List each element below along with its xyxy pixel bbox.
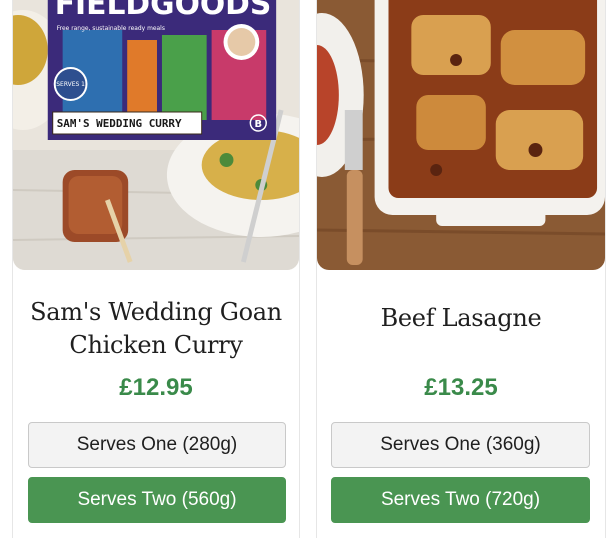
box-tagline-text: Free range, sustainable ready meals: [57, 25, 165, 32]
serves-one-button[interactable]: Serves One (360g): [331, 422, 590, 468]
product-price: £13.25: [424, 374, 498, 401]
product-card-lasagne: Beef Lasagne £13.25 Serves One (360g) Se…: [316, 0, 606, 538]
serves-two-button[interactable]: Serves Two (560g): [28, 477, 286, 523]
serves-two-button[interactable]: Serves Two (720g): [331, 477, 590, 523]
svg-text:B: B: [255, 119, 263, 130]
product-title[interactable]: Sam's Wedding Goan Chicken Curry: [23, 296, 289, 362]
box-serves-badge: SERVES 1: [56, 81, 85, 88]
product-price: £12.95: [119, 374, 193, 401]
serves-one-button[interactable]: Serves One (280g): [28, 422, 286, 468]
product-card-curry: FIELDGOODS Free range, sustainable ready…: [12, 0, 300, 538]
product-image-lasagne[interactable]: [317, 0, 605, 270]
curry-photo: FIELDGOODS Free range, sustainable ready…: [13, 0, 299, 270]
lasagne-photo: [317, 0, 605, 270]
box-label-text: SAM'S WEDDING CURRY: [57, 117, 182, 130]
product-title[interactable]: Beef Lasagne: [327, 302, 595, 335]
product-image-curry[interactable]: FIELDGOODS Free range, sustainable ready…: [13, 0, 299, 270]
box-brand-text: FIELDGOODS: [55, 0, 272, 22]
